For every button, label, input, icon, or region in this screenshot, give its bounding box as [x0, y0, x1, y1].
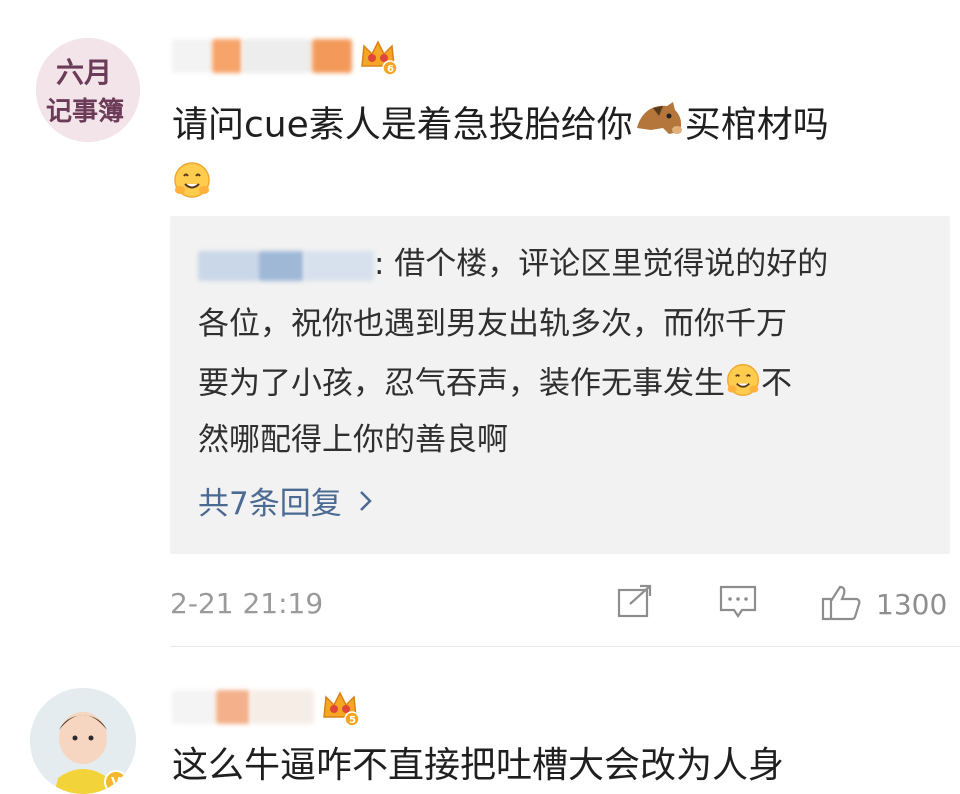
quote-line-2: 各位，祝你也遇到男友出轨多次，而你千万 — [198, 306, 787, 342]
divider — [170, 646, 960, 647]
reply-button[interactable] — [718, 584, 758, 624]
avatar-text-2: 记事簿 — [46, 97, 124, 127]
comment-icon — [718, 584, 758, 624]
view-replies-link[interactable]: 共7条回复 — [198, 478, 374, 523]
quote-text: 不 — [761, 365, 792, 402]
horse-face-icon — [633, 100, 685, 153]
like-button[interactable]: 1300 — [820, 584, 947, 624]
avatar[interactable]: 六月 记事簿 — [36, 38, 140, 142]
blurred-name — [172, 39, 212, 73]
timestamp: 2-21 21:19 — [170, 587, 324, 620]
username[interactable]: 5 — [172, 687, 360, 727]
comment-text-part: 请问cue素人是着急投胎给你 — [172, 104, 633, 146]
quoted-reply-box[interactable]: : 借个楼，评论区里觉得说的好的 各位，祝你也遇到男友出轨多次，而你千万 要为了… — [170, 216, 950, 554]
hugging-face-icon — [172, 160, 212, 204]
view-replies-label: 共7条回复 — [198, 486, 342, 522]
blurred-reply-name — [198, 250, 258, 281]
avatar[interactable]: V — [30, 688, 136, 794]
share-icon — [616, 584, 654, 624]
quote-text: : 借个楼，评论区里觉得说的好的 — [374, 246, 829, 282]
comment-meta-bar: 2-21 21:19 1300 — [170, 584, 952, 624]
username[interactable]: 6 — [172, 36, 398, 76]
comment-item: 六月 记事簿 6 请问cue素人是着急投胎给你 买棺材吗: 借个楼，评论区里觉… — [0, 0, 960, 650]
avatar-art: 六月 记事簿 — [36, 38, 140, 142]
crown-badge-icon: 6 — [358, 36, 398, 76]
avatar-text-1: 六月 — [56, 56, 112, 89]
comment-text-part: 买棺材吗 — [684, 104, 829, 146]
quote-line-3: 要为了小孩，忍气吞声，装作无事发生不 — [198, 362, 792, 408]
blurred-name — [172, 690, 216, 724]
quote-line-4: 然哪配得上你的善良啊 — [198, 422, 508, 458]
quote-line-1: : 借个楼，评论区里觉得说的好的 — [198, 244, 828, 284]
hugging-face-icon — [725, 362, 761, 408]
share-button[interactable] — [616, 584, 654, 624]
avatar-photo: V — [30, 688, 136, 794]
crown-badge-icon: 5 — [320, 687, 360, 727]
quote-text: 要为了小孩，忍气吞声，装作无事发生 — [198, 365, 725, 402]
badge-level: 5 — [349, 715, 356, 726]
like-count: 1300 — [876, 587, 948, 621]
thumbs-up-icon — [820, 583, 862, 625]
comment-text: 请问cue素人是着急投胎给你 买棺材吗 — [172, 100, 829, 153]
chevron-right-icon — [358, 489, 374, 513]
svg-text:V: V — [111, 776, 121, 791]
badge-level: 6 — [387, 64, 394, 75]
